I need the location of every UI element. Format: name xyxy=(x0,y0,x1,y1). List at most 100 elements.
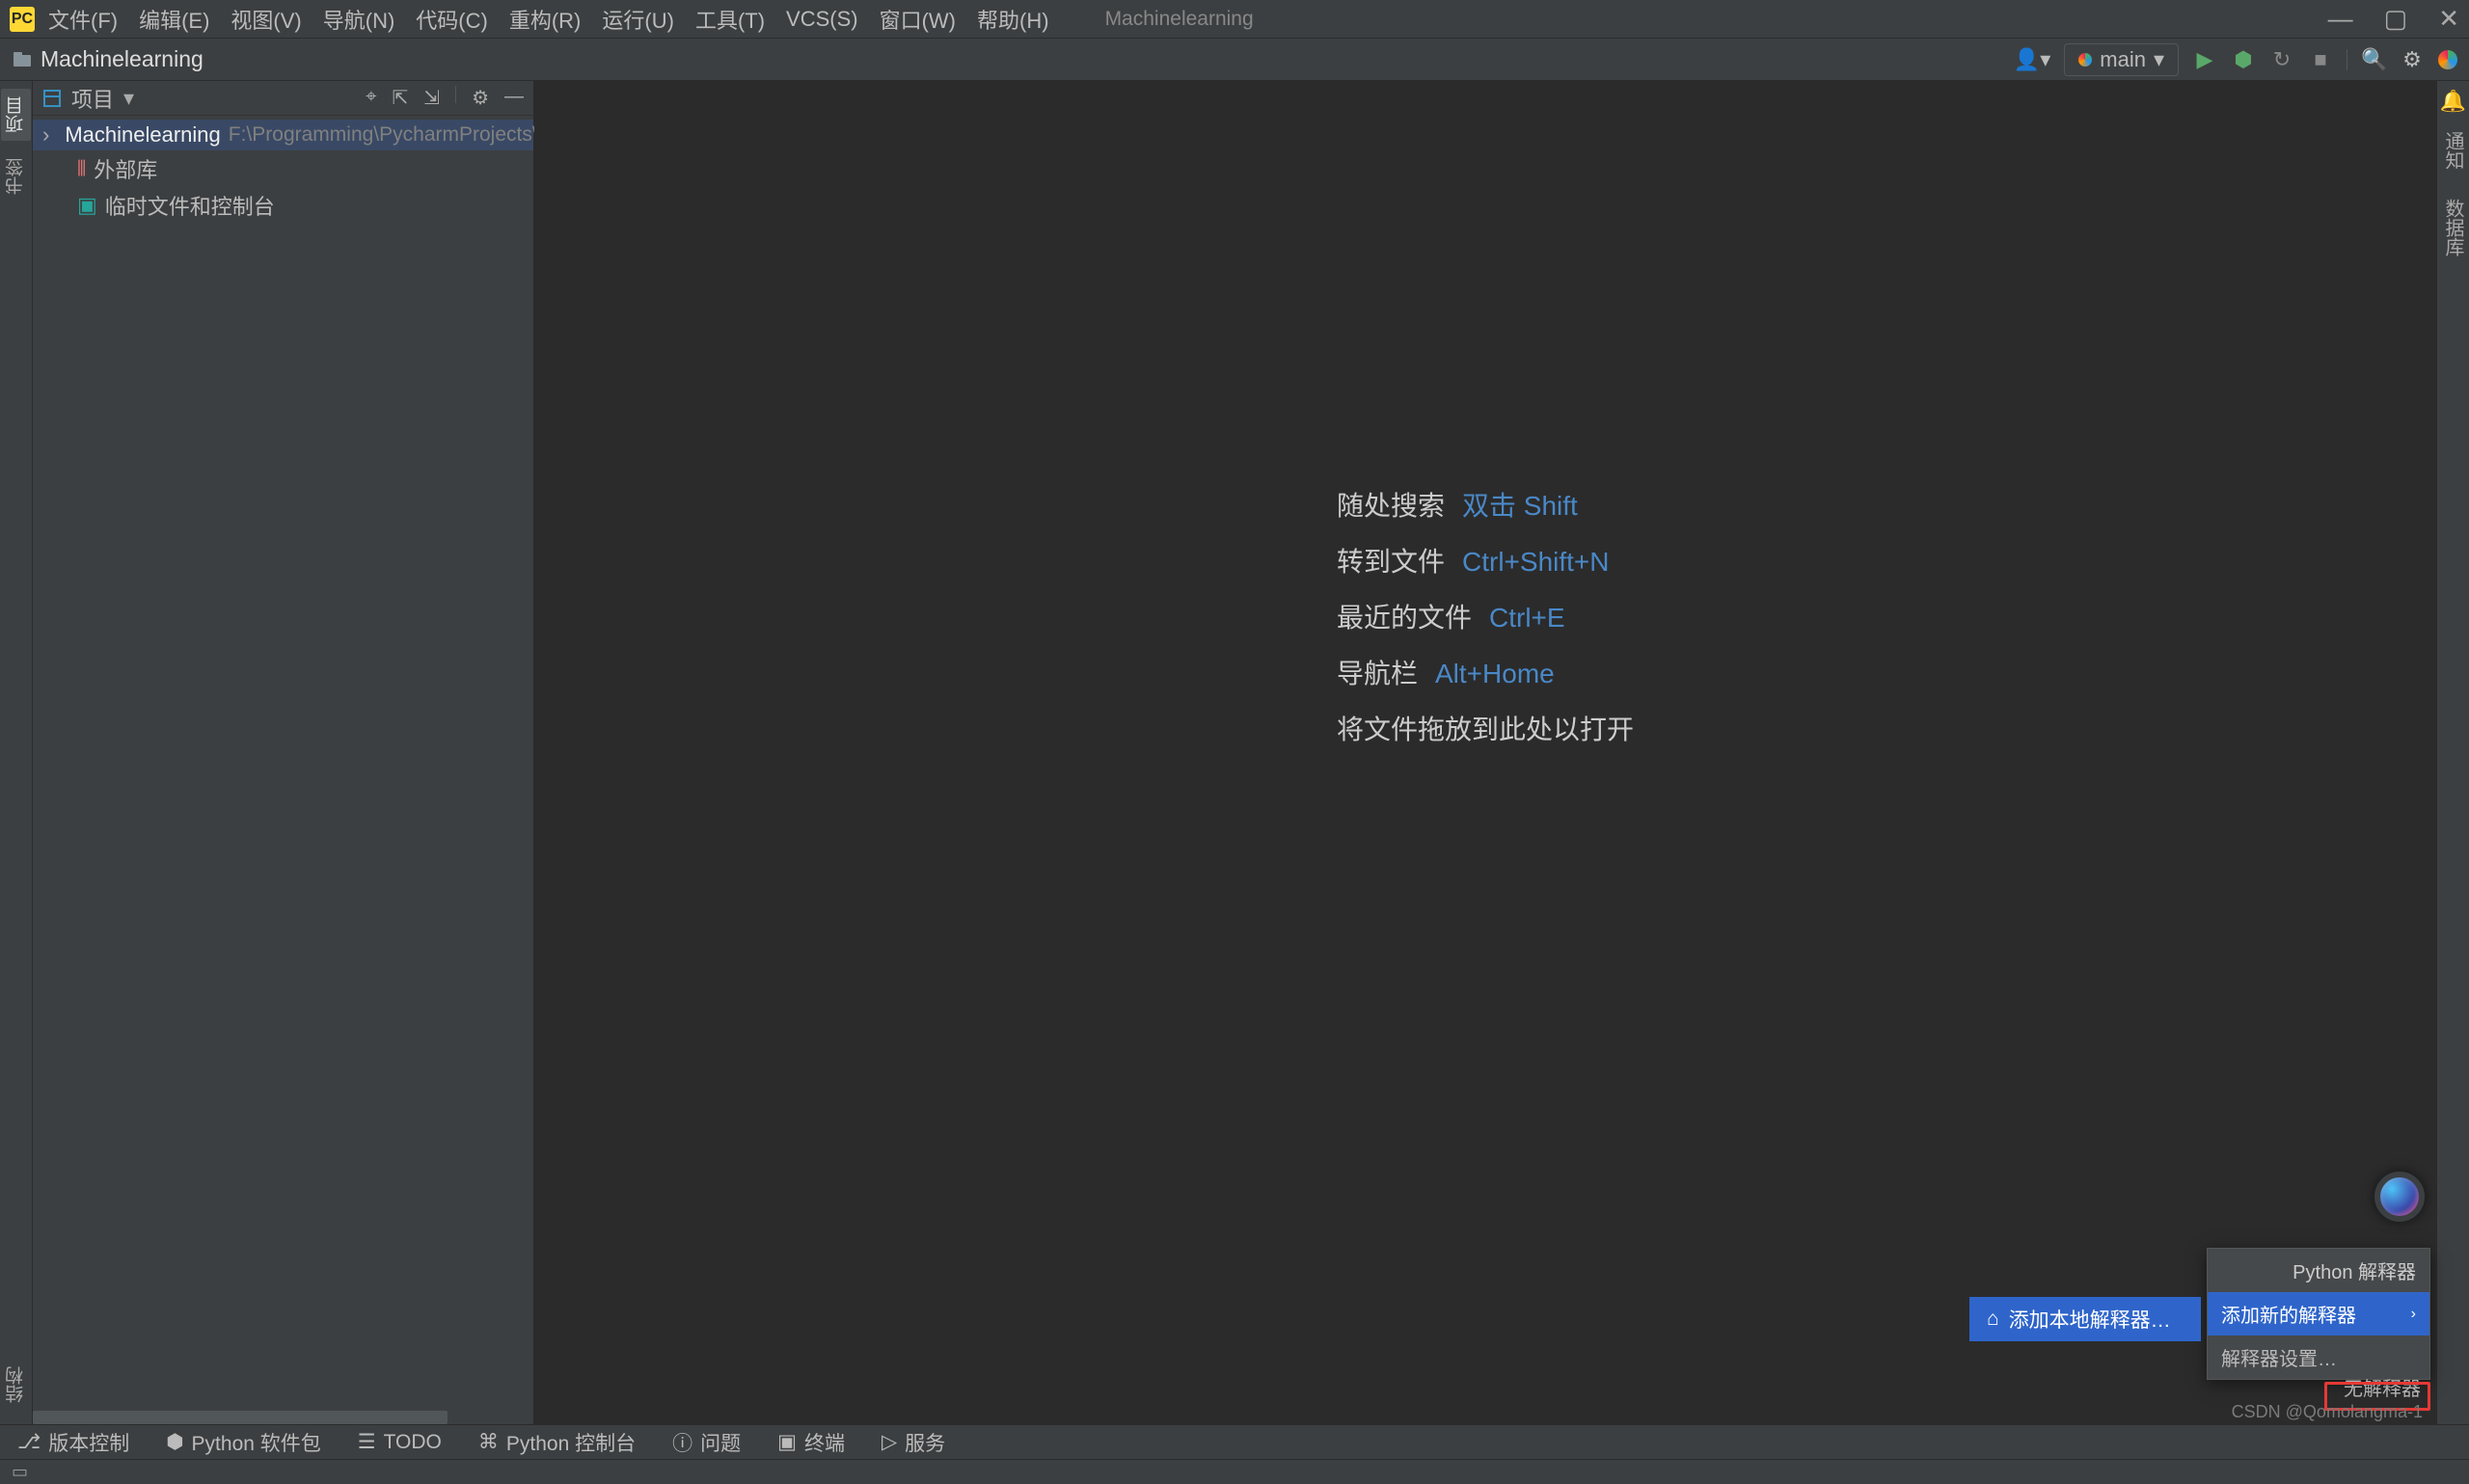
hint-label: 转到文件 xyxy=(1337,534,1445,590)
tree-scratches[interactable]: ▣ 临时文件和控制台 xyxy=(33,187,533,224)
menu-code[interactable]: 代码(C) xyxy=(416,4,488,35)
project-tool-window: 项目 ▾ ⌖ ⇱ ⇲ ⚙ — › Machinelearning F:\Prog… xyxy=(33,81,534,1424)
menu-help[interactable]: 帮助(H) xyxy=(977,4,1049,35)
breadcrumb-project[interactable]: Machinelearning xyxy=(41,46,203,72)
window-maximize-icon[interactable]: ▢ xyxy=(2384,4,2408,34)
menu-run[interactable]: 运行(U) xyxy=(602,4,674,35)
menu-tools[interactable]: 工具(T) xyxy=(695,4,765,35)
left-tab-bookmarks[interactable]: 书签 xyxy=(1,150,31,202)
menu-bar: PC 文件(F) 编辑(E) 视图(V) 导航(N) 代码(C) 重构(R) 运… xyxy=(0,0,2469,39)
package-icon: ⬢ xyxy=(166,1430,183,1454)
popup-add-local-interpreter[interactable]: ⌂ 添加本地解释器… xyxy=(1969,1297,2201,1341)
status-bar: ▭ xyxy=(0,1459,2469,1484)
right-tab-database[interactable]: 数据库 xyxy=(2439,199,2467,256)
hint-label: 导航栏 xyxy=(1337,646,1418,702)
tool-pyconsole[interactable]: ⌘Python 控制台 xyxy=(478,1428,636,1457)
tree-root[interactable]: › Machinelearning F:\Programming\Pycharm… xyxy=(33,120,533,150)
tool-packages[interactable]: ⬢Python 软件包 xyxy=(166,1428,321,1457)
window-close-icon[interactable]: ✕ xyxy=(2438,4,2459,34)
tree-external-libs[interactable]: ⫴ 外部库 xyxy=(33,150,533,187)
tree-item-label: 外部库 xyxy=(94,153,157,184)
left-gutter: 项目 书签 结构 xyxy=(0,81,33,1424)
hint-key: 双击 Shift xyxy=(1462,478,1578,534)
watermark-text: CSDN @Qomolangma-1 xyxy=(2232,1402,2423,1422)
right-gutter: 🔔 通知 数据库 xyxy=(2436,81,2469,1424)
hint-label: 随处搜索 xyxy=(1337,478,1445,534)
tool-vcs[interactable]: ⎇版本控制 xyxy=(17,1428,129,1457)
project-view-icon xyxy=(42,89,62,108)
tool-todo[interactable]: ☰TODO xyxy=(358,1430,442,1454)
project-tree[interactable]: › Machinelearning F:\Programming\Pycharm… xyxy=(33,116,533,228)
search-icon[interactable]: 🔍 xyxy=(2361,47,2386,72)
ai-assistant-icon[interactable] xyxy=(2374,1172,2425,1222)
bottom-tool-bar: ⎇版本控制 ⬢Python 软件包 ☰TODO ⌘Python 控制台 ⓘ问题 … xyxy=(0,1424,2469,1459)
hide-icon[interactable]: — xyxy=(504,86,524,110)
popup-header: Python 解释器 xyxy=(2208,1249,2429,1292)
scratch-icon: ▣ xyxy=(77,193,97,218)
services-icon: ▷ xyxy=(882,1430,897,1454)
left-tab-structure[interactable]: 结构 xyxy=(1,1359,31,1411)
popup-item-label: 解释器设置… xyxy=(2221,1343,2337,1371)
empty-editor-hints: 随处搜索双击 Shift 转到文件 Ctrl+Shift+N 最近的文件 Ctrl+… xyxy=(1337,478,1634,758)
terminal-icon: ▣ xyxy=(777,1430,797,1454)
run-config-selector[interactable]: main ▾ xyxy=(2064,43,2179,76)
hint-key: Ctrl+Shift+N xyxy=(1462,534,1610,590)
popup-item-label: 添加本地解释器… xyxy=(2009,1305,2171,1334)
code-with-me-icon[interactable]: 👤▾ xyxy=(2014,47,2050,72)
tool-terminal[interactable]: ▣终端 xyxy=(777,1428,845,1457)
avatar-icon[interactable] xyxy=(2438,50,2457,69)
editor-area: 随处搜索双击 Shift 转到文件 Ctrl+Shift+N 最近的文件 Ctrl+… xyxy=(534,81,2436,1424)
collapse-all-icon[interactable]: ⇲ xyxy=(423,86,440,110)
folder-icon xyxy=(12,49,33,70)
title-project-name: Machinelearning xyxy=(1105,8,1254,31)
tool-problems[interactable]: ⓘ问题 xyxy=(672,1428,741,1457)
popup-item-label: 添加新的解释器 xyxy=(2221,1300,2356,1328)
hint-key: Alt+Home xyxy=(1435,646,1555,702)
debug-icon[interactable]: ⬢ xyxy=(2231,47,2256,72)
stop-icon[interactable]: ■ xyxy=(2308,47,2333,72)
chevron-right-icon[interactable]: › xyxy=(42,122,49,148)
gear-icon[interactable]: ⚙ xyxy=(472,86,489,110)
status-widgets-icon[interactable]: ▭ xyxy=(12,1462,28,1482)
expand-all-icon[interactable]: ⇱ xyxy=(393,86,409,110)
todo-icon: ☰ xyxy=(358,1430,376,1454)
problems-icon: ⓘ xyxy=(672,1428,692,1457)
navigation-bar: Machinelearning 👤▾ main ▾ ▶ ⬢ ↻ ■ 🔍 ⚙ xyxy=(0,39,2469,81)
project-panel-header: 项目 ▾ ⌖ ⇱ ⇲ ⚙ — xyxy=(33,81,533,116)
menu-refactor[interactable]: 重构(R) xyxy=(509,4,582,35)
tree-item-label: 临时文件和控制台 xyxy=(105,190,275,221)
interpreter-popup: Python 解释器 添加新的解释器 › 解释器设置… xyxy=(2207,1248,2430,1380)
tool-services[interactable]: ▷服务 xyxy=(882,1428,945,1457)
run-config-name: main xyxy=(2100,47,2146,72)
select-opened-icon[interactable]: ⌖ xyxy=(366,86,376,110)
hint-drop: 将文件拖放到此处以打开 xyxy=(1337,702,1634,758)
library-icon: ⫴ xyxy=(77,156,86,181)
horizontal-scrollbar[interactable] xyxy=(33,1411,448,1424)
menu-navigate[interactable]: 导航(N) xyxy=(323,4,395,35)
right-tab-notifications[interactable]: 通知 xyxy=(2439,131,2467,170)
project-panel-title: 项目 xyxy=(71,83,114,114)
window-minimize-icon[interactable]: — xyxy=(2328,4,2353,34)
settings-icon[interactable]: ⚙ xyxy=(2400,47,2425,72)
menu-vcs[interactable]: VCS(S) xyxy=(786,7,858,32)
hint-label: 最近的文件 xyxy=(1337,590,1472,646)
menu-window[interactable]: 窗口(W) xyxy=(880,4,956,35)
tree-root-path: F:\Programming\PycharmProjects\ xyxy=(229,123,538,147)
popup-add-new-interpreter[interactable]: 添加新的解释器 › xyxy=(2208,1292,2429,1336)
branch-icon: ⎇ xyxy=(17,1430,41,1454)
run-icon[interactable]: ▶ xyxy=(2192,47,2217,72)
python-icon xyxy=(2078,53,2092,67)
menu-edit[interactable]: 编辑(E) xyxy=(139,4,209,35)
app-icon: PC xyxy=(10,7,35,32)
python-icon: ⌘ xyxy=(478,1430,499,1454)
chevron-down-icon: ▾ xyxy=(2154,47,2164,72)
home-icon: ⌂ xyxy=(1987,1308,1999,1331)
run-more-icon[interactable]: ↻ xyxy=(2269,47,2294,72)
chevron-down-icon[interactable]: ▾ xyxy=(123,86,134,111)
tree-root-name: Machinelearning xyxy=(65,122,220,148)
menu-file[interactable]: 文件(F) xyxy=(48,4,118,35)
menu-view[interactable]: 视图(V) xyxy=(231,4,301,35)
hint-key: Ctrl+E xyxy=(1489,590,1565,646)
notifications-icon[interactable]: 🔔 xyxy=(2440,89,2466,114)
left-tab-project[interactable]: 项目 xyxy=(1,89,31,141)
